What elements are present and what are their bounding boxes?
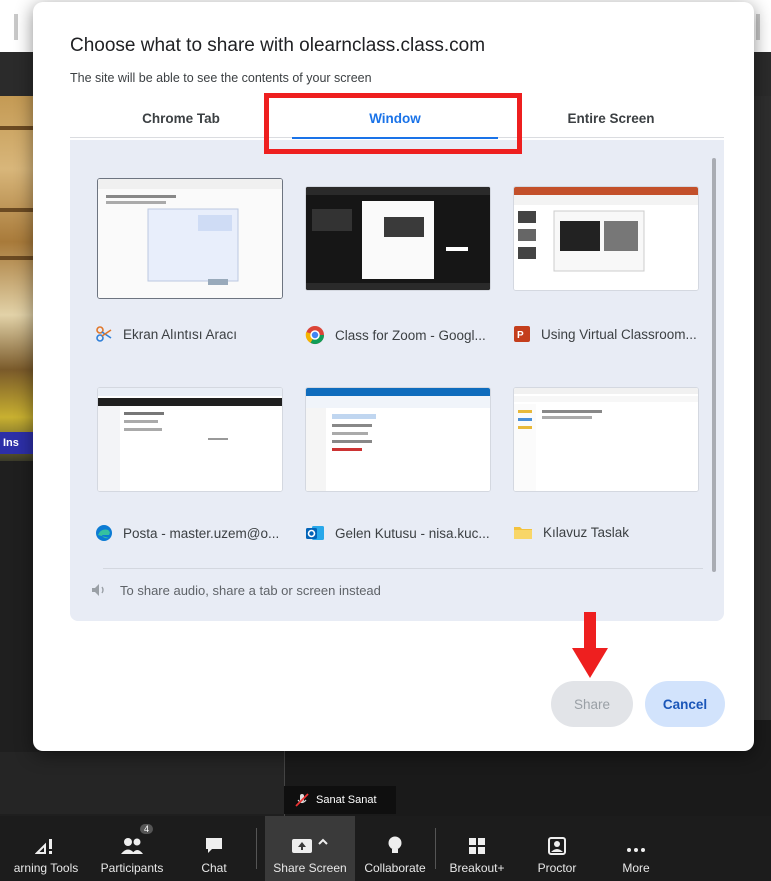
window-label: Posta - master.uzem@o... bbox=[123, 525, 280, 541]
grid-icon bbox=[469, 838, 485, 854]
toolbar-label: More bbox=[622, 861, 650, 875]
tab-chrome-tab[interactable]: Chrome Tab bbox=[70, 98, 292, 138]
panel-divider bbox=[103, 568, 703, 569]
meeting-toolbar: arning Tools 4 Participants Chat Share S… bbox=[0, 816, 771, 881]
toolbar-label: Participants bbox=[100, 861, 164, 875]
participant-name: Sanat Sanat bbox=[316, 794, 377, 806]
left-participant-video bbox=[0, 96, 36, 461]
chrome-icon bbox=[305, 326, 324, 345]
annotation-highlight-window-tab bbox=[264, 93, 522, 154]
background-divider bbox=[756, 14, 760, 40]
window-thumbnail-class-for-zoom[interactable] bbox=[305, 186, 491, 291]
video-shelf bbox=[0, 126, 36, 130]
window-label: Class for Zoom - Googl... bbox=[335, 327, 486, 343]
share-button[interactable]: Share bbox=[551, 681, 633, 727]
window-label: Gelen Kutusu - nisa.kuc... bbox=[335, 525, 490, 541]
outlook-icon bbox=[306, 526, 324, 540]
video-shelf bbox=[0, 208, 36, 212]
svg-text:P: P bbox=[517, 330, 524, 341]
share-screen-button[interactable]: Share Screen bbox=[265, 816, 355, 881]
snipping-tool-preview bbox=[98, 179, 282, 298]
class-for-zoom-preview bbox=[306, 187, 490, 290]
toolbar-label: Proctor bbox=[537, 861, 577, 875]
window-thumbnail-powerpoint[interactable] bbox=[513, 186, 699, 291]
video-shelf bbox=[0, 256, 36, 260]
window-label: Using Virtual Classroom... bbox=[541, 326, 697, 342]
tab-entire-screen[interactable]: Entire Screen bbox=[498, 98, 724, 138]
annotation-down-arrow-icon bbox=[572, 612, 608, 678]
lightbulb-icon bbox=[388, 836, 402, 853]
snipping-tool-icon bbox=[96, 326, 112, 342]
background-divider bbox=[14, 14, 18, 40]
dialog-subtitle: The site will be able to see the content… bbox=[70, 71, 372, 85]
outlook-web-preview bbox=[98, 388, 282, 491]
audio-share-note: To share audio, share a tab or screen in… bbox=[90, 582, 381, 598]
powerpoint-icon: P bbox=[514, 326, 530, 342]
window-item-outlook-web[interactable]: Posta - master.uzem@o... bbox=[95, 524, 279, 542]
speaker-icon bbox=[92, 584, 104, 596]
powerpoint-preview bbox=[514, 187, 698, 290]
breakout-button[interactable]: Breakout+ bbox=[436, 816, 518, 881]
window-label: Kılavuz Taslak bbox=[543, 524, 630, 540]
cancel-button[interactable]: Cancel bbox=[645, 681, 725, 727]
left-participant-badge: Ins bbox=[0, 432, 34, 454]
window-item-powerpoint[interactable]: P Using Virtual Classroom... bbox=[513, 325, 697, 343]
participant-name-tag: Sanat Sanat bbox=[284, 786, 396, 814]
toolbar-separator bbox=[256, 828, 257, 869]
toolbar-label: Breakout+ bbox=[449, 861, 505, 875]
learning-tools-button[interactable]: arning Tools bbox=[0, 816, 92, 881]
participants-icon bbox=[121, 838, 143, 854]
file-explorer-preview bbox=[514, 388, 698, 491]
learning-tools-icon bbox=[35, 839, 52, 854]
window-item-snipping-tool[interactable]: Ekran Alıntısı Aracı bbox=[95, 325, 237, 343]
more-icon bbox=[627, 848, 645, 852]
proctor-icon bbox=[548, 837, 566, 855]
window-thumbnail-snipping-tool[interactable] bbox=[97, 178, 283, 299]
participants-button[interactable]: 4 Participants bbox=[92, 816, 172, 881]
dialog-title: Choose what to share with olearnclass.cl… bbox=[70, 35, 486, 56]
chat-button[interactable]: Chat bbox=[172, 816, 256, 881]
window-label: Ekran Alıntısı Aracı bbox=[123, 326, 238, 342]
share-screen-icon bbox=[292, 838, 328, 853]
outlook-desktop-preview bbox=[306, 388, 490, 491]
background-right-strip bbox=[754, 96, 771, 756]
toolbar-label: Collaborate bbox=[364, 861, 426, 875]
more-button[interactable]: More bbox=[596, 816, 676, 881]
window-thumbnail-outlook[interactable] bbox=[305, 387, 491, 492]
chat-icon bbox=[206, 838, 222, 853]
window-item-kilavuz-taslak[interactable]: Kılavuz Taslak bbox=[513, 524, 629, 540]
collaborate-button[interactable]: Collaborate bbox=[355, 816, 435, 881]
toolbar-label: Share Screen bbox=[273, 861, 347, 875]
edge-icon bbox=[96, 525, 112, 541]
muted-mic-icon bbox=[295, 793, 309, 807]
window-item-class-for-zoom[interactable]: Class for Zoom - Googl... bbox=[305, 325, 486, 345]
proctor-button[interactable]: Proctor bbox=[518, 816, 596, 881]
window-thumbnail-outlook-web[interactable] bbox=[97, 387, 283, 492]
toolbar-label: Chat bbox=[201, 861, 227, 875]
window-thumbnail-file-explorer[interactable] bbox=[513, 387, 699, 492]
panel-scrollbar[interactable] bbox=[712, 158, 716, 572]
participants-count-badge: 4 bbox=[140, 824, 154, 834]
toolbar-label: arning Tools bbox=[13, 861, 79, 875]
window-item-outlook[interactable]: Gelen Kutusu - nisa.kuc... bbox=[305, 524, 490, 542]
folder-icon bbox=[514, 527, 532, 539]
audio-share-text: To share audio, share a tab or screen in… bbox=[120, 582, 381, 598]
